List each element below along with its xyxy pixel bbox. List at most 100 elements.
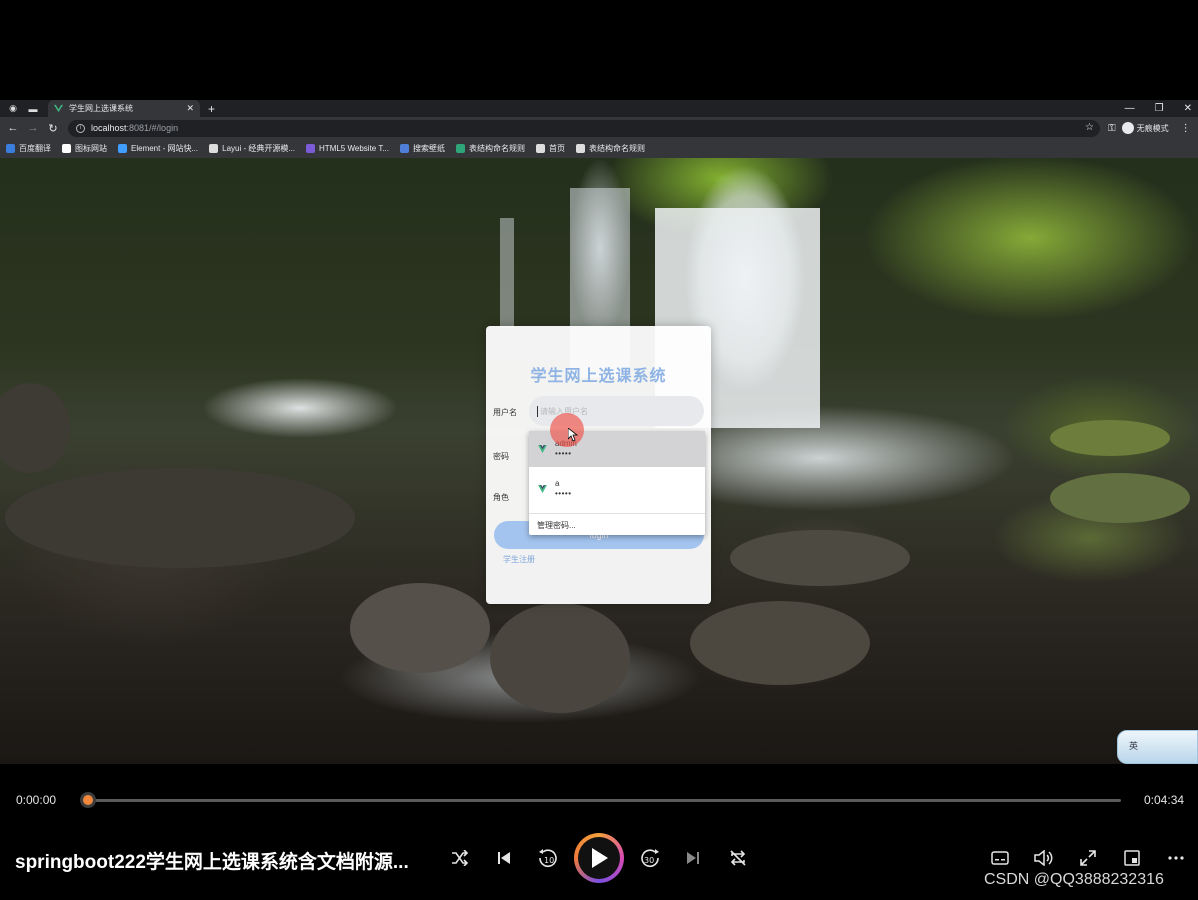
progress-scrubber-handle[interactable]	[80, 792, 96, 808]
bookmark-star-icon[interactable]: ☆	[1085, 122, 1094, 133]
bookmark-label: Element - 网站快...	[131, 144, 199, 153]
mini-player-icon[interactable]	[1122, 848, 1142, 868]
browser-toolbar: ← → ↻ i localhost :8081/#/login ☆ ⚿ 无痕模式…	[0, 117, 1198, 139]
role-label: 角色	[493, 493, 509, 502]
restore-icon[interactable]: ❐	[1155, 103, 1164, 114]
shuffle-icon[interactable]	[450, 848, 470, 868]
bookmark-item[interactable]: 表结构命名规则	[575, 143, 645, 154]
forward-30-icon[interactable]: 30	[639, 848, 661, 868]
bookmark-item[interactable]: 首页	[535, 143, 565, 154]
bookmark-label: Layui - 经典开源模...	[222, 144, 296, 153]
csdn-watermark: CSDN @QQ3888232316	[984, 871, 1164, 888]
bookmark-favicon-icon	[399, 144, 409, 153]
bookmark-item[interactable]: Element - 网站快...	[118, 143, 198, 154]
svg-text:30: 30	[644, 856, 654, 865]
scrubber-dot	[83, 795, 93, 805]
browser-tab-active[interactable]: 学生网上选课系统 ✕	[48, 100, 200, 117]
toolbar-right: ⚿ 无痕模式 ⋮	[1108, 122, 1191, 134]
bookmark-favicon-icon	[535, 144, 545, 153]
bookmark-item[interactable]: HTML5 Website T...	[306, 144, 389, 153]
url-path: :8081/#/login	[126, 123, 179, 133]
previous-icon[interactable]	[494, 848, 514, 868]
bookmark-item[interactable]: Layui - 经典开源模...	[209, 143, 295, 154]
vue-favicon-icon	[54, 104, 63, 113]
play-button-inner	[578, 837, 620, 879]
bookmark-label: 首页	[548, 144, 565, 153]
back-icon[interactable]: ←	[6, 121, 20, 135]
bookmark-item[interactable]: 表结构命名规则	[455, 143, 525, 154]
ime-language-label: 英	[1129, 741, 1139, 751]
autofill-username: a	[555, 479, 560, 488]
tab-close-icon[interactable]: ✕	[186, 103, 194, 114]
incognito-icon	[1121, 122, 1134, 134]
bookmark-label: 表结构命名规则	[468, 144, 525, 153]
fullscreen-icon[interactable]	[1078, 848, 1098, 868]
window-icon[interactable]: ▬	[26, 102, 40, 116]
reload-icon[interactable]: ↻	[46, 121, 60, 135]
site-info-icon[interactable]: i	[76, 123, 85, 133]
bookmark-item[interactable]: 搜索壁纸	[399, 143, 445, 154]
text-caret	[537, 405, 538, 417]
rewind-10-icon[interactable]: 10	[537, 848, 559, 868]
next-icon[interactable]	[683, 848, 703, 868]
ime-toolbar[interactable]: 英	[1117, 730, 1198, 764]
page-viewport: 学生网上选课系统 用户名 请输入用户名 密码 角色 login 学生注册 adm…	[0, 158, 1198, 764]
browser-window: ◉ ▬ 学生网上选课系统 ✕ + — ❐ ✕ ← → ↻ i localhost…	[0, 100, 1198, 764]
bookmark-item[interactable]: 百度翻译	[6, 143, 51, 154]
player-controls: springboot222学生网上选课系统含文档附源... 10 30 CSDN…	[0, 828, 1198, 888]
browser-menu-icon[interactable]: ⋮	[1181, 123, 1191, 134]
address-bar[interactable]: i localhost :8081/#/login ☆	[68, 119, 1100, 137]
subtitles-icon[interactable]	[990, 848, 1010, 868]
video-title: springboot222学生网上选课系统含文档附源...	[15, 852, 409, 873]
play-icon	[592, 848, 608, 868]
mouse-cursor-icon	[568, 428, 578, 442]
autofill-password: •••••	[555, 489, 572, 498]
vue-logo-icon	[538, 485, 547, 493]
password-autofill-dropdown: admin ••••• a ••••• 管理密码...	[529, 431, 705, 535]
bookmark-label: 图标网站	[75, 144, 107, 153]
student-register-link[interactable]: 学生注册	[503, 554, 535, 565]
autofill-password: •••••	[555, 449, 572, 458]
bookmark-favicon-icon	[62, 144, 71, 153]
bookmark-favicon-icon	[575, 144, 585, 153]
tab-search-icon[interactable]: ◉	[6, 102, 20, 116]
play-button[interactable]	[574, 833, 624, 883]
password-label: 密码	[493, 452, 509, 461]
bookmark-label: 表结构命名规则	[588, 144, 645, 153]
forward-icon[interactable]: →	[26, 121, 40, 135]
click-highlight	[550, 413, 584, 447]
minimize-icon[interactable]: —	[1125, 103, 1135, 114]
username-label: 用户名	[493, 408, 517, 417]
bookmark-item[interactable]: 图标网站	[62, 143, 107, 154]
svg-text:10: 10	[544, 856, 554, 865]
bookmark-favicon-icon	[306, 144, 316, 153]
manage-passwords-item[interactable]: 管理密码...	[529, 514, 705, 531]
close-window-icon[interactable]: ✕	[1184, 103, 1192, 114]
bookmarks-bar: 百度翻译 图标网站 Element - 网站快... Layui - 经典开源模...…	[0, 139, 1198, 158]
key-icon[interactable]: ⚿	[1108, 123, 1116, 134]
incognito-profile-button[interactable]: 无痕模式	[1121, 122, 1169, 134]
vue-logo-icon	[538, 445, 547, 453]
autofill-entry[interactable]: a •••••	[529, 471, 705, 507]
window-controls: — ❐ ✕	[1125, 100, 1192, 117]
tab-title: 学生网上选课系统	[69, 104, 133, 113]
new-tab-button[interactable]: +	[208, 102, 215, 116]
bookmark-favicon-icon	[209, 144, 219, 153]
total-time: 0:04:34	[1144, 793, 1185, 807]
more-options-icon[interactable]	[1166, 848, 1186, 868]
bookmark-favicon-icon	[6, 144, 15, 153]
bookmark-label: HTML5 Website T...	[319, 144, 389, 153]
bookmark-label: 百度翻译	[19, 144, 51, 153]
bookmark-favicon-icon	[455, 144, 465, 153]
url-host: localhost	[91, 123, 127, 133]
login-title: 学生网上选课系统	[530, 368, 667, 385]
screen: ◉ ▬ 学生网上选课系统 ✕ + — ❐ ✕ ← → ↻ i localhost…	[0, 0, 1198, 900]
current-time: 0:00:00	[16, 793, 57, 807]
progress-track[interactable]	[88, 799, 1121, 802]
tab-strip: ◉ ▬ 学生网上选课系统 ✕ + — ❐ ✕	[0, 100, 1198, 117]
volume-icon[interactable]	[1034, 848, 1054, 868]
bookmark-label: 搜索壁纸	[412, 144, 445, 153]
incognito-label: 无痕模式	[1136, 123, 1169, 133]
repeat-off-icon[interactable]	[728, 848, 748, 868]
progress-area: 0:00:00 0:04:34	[0, 788, 1198, 812]
